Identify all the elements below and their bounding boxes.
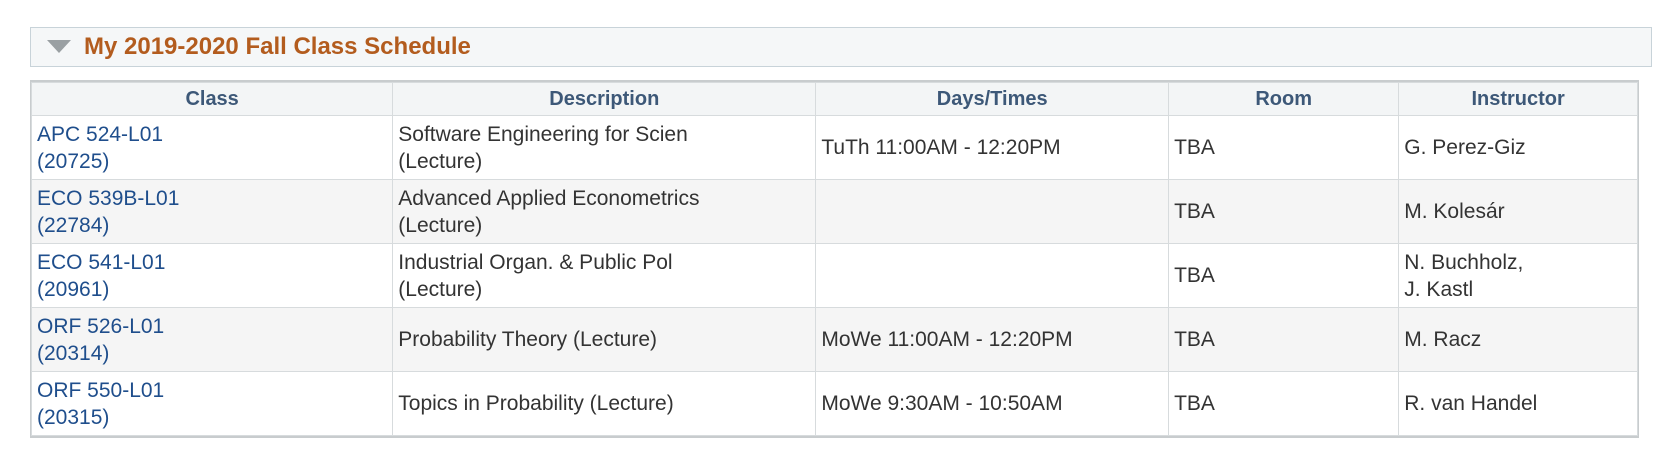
room-cell: TBA xyxy=(1168,243,1400,308)
class-number[interactable]: (20725) xyxy=(37,148,387,175)
class-link[interactable]: ECO 539B-L01 (22784) xyxy=(37,185,387,239)
description-cell: Probability Theory (Lecture) xyxy=(392,307,817,372)
instructor-cell: R. van Handel xyxy=(1398,371,1638,436)
class-link[interactable]: APC 524-L01 (20725) xyxy=(37,121,387,175)
description-text: Software Engineering for Scien xyxy=(398,122,688,146)
column-header-description: Description xyxy=(392,82,817,116)
instructor-name: R. van Handel xyxy=(1404,392,1538,415)
room-cell: TBA xyxy=(1168,307,1400,372)
instructor-name: N. Buchholz, xyxy=(1404,250,1524,274)
class-number[interactable]: (20315) xyxy=(37,404,387,431)
room-cell: TBA xyxy=(1168,179,1400,244)
table-row: ECO 539B-L01 (22784) Advanced Applied Ec… xyxy=(30,179,1638,244)
instructor-name: M. Racz xyxy=(1404,328,1482,351)
class-schedule-grid: Class Description Days/Times Room Instru… xyxy=(30,80,1639,438)
room-cell: TBA xyxy=(1168,115,1400,180)
description-text: Topics in Probability (Lecture) xyxy=(398,392,674,415)
class-cell: ECO 541-L01 (20961) xyxy=(30,243,394,308)
table-row: ORF 526-L01 (20314) Probability Theory (… xyxy=(30,307,1638,372)
instructor-name: M. Kolesár xyxy=(1404,200,1505,223)
description-type: (Lecture) xyxy=(398,277,483,301)
class-cell: ORF 550-L01 (20315) xyxy=(30,371,394,436)
description-text: Advanced Applied Econometrics xyxy=(398,186,700,210)
room-cell: TBA xyxy=(1168,371,1400,436)
days-times-cell: MoWe 9:30AM - 10:50AM xyxy=(815,371,1170,436)
class-cell: APC 524-L01 (20725) xyxy=(30,115,394,180)
instructor-cell: N. Buchholz, J. Kastl xyxy=(1398,243,1638,308)
column-header-instructor: Instructor xyxy=(1398,82,1638,116)
instructor-cell: M. Racz xyxy=(1398,307,1638,372)
days-times-cell: TuTh 11:00AM - 12:20PM xyxy=(815,115,1170,180)
class-code[interactable]: ORF 526-L01 xyxy=(37,313,387,340)
table-row: ORF 550-L01 (20315) Topics in Probabilit… xyxy=(30,371,1638,436)
class-link[interactable]: ECO 541-L01 (20961) xyxy=(37,249,387,303)
days-times-cell xyxy=(815,179,1170,244)
class-code[interactable]: ORF 550-L01 xyxy=(37,377,387,404)
class-cell: ORF 526-L01 (20314) xyxy=(30,307,394,372)
class-link[interactable]: ORF 526-L01 (20314) xyxy=(37,313,387,367)
class-code[interactable]: APC 524-L01 xyxy=(37,121,387,148)
description-type: (Lecture) xyxy=(398,149,483,173)
description-cell: Topics in Probability (Lecture) xyxy=(392,371,817,436)
class-link[interactable]: ORF 550-L01 (20315) xyxy=(37,377,387,431)
description-type: (Lecture) xyxy=(398,213,483,237)
class-number[interactable]: (20314) xyxy=(37,340,387,367)
class-number[interactable]: (20961) xyxy=(37,276,387,303)
table-row: APC 524-L01 (20725) Software Engineering… xyxy=(30,115,1638,180)
table-row: ECO 541-L01 (20961) Industrial Organ. & … xyxy=(30,243,1638,308)
description-text: Industrial Organ. & Public Pol xyxy=(398,250,673,274)
class-code[interactable]: ECO 541-L01 xyxy=(37,249,387,276)
class-schedule-table: Class Description Days/Times Room Instru… xyxy=(30,82,1638,436)
column-header-class: Class xyxy=(30,82,394,116)
table-header-row: Class Description Days/Times Room Instru… xyxy=(30,82,1638,116)
description-cell: Advanced Applied Econometrics (Lecture) xyxy=(392,179,817,244)
class-code[interactable]: ECO 539B-L01 xyxy=(37,185,387,212)
description-cell: Software Engineering for Scien (Lecture) xyxy=(392,115,817,180)
description-cell: Industrial Organ. & Public Pol (Lecture) xyxy=(392,243,817,308)
class-number[interactable]: (22784) xyxy=(37,212,387,239)
schedule-panel-header: My 2019-2020 Fall Class Schedule xyxy=(30,27,1652,67)
panel-title: My 2019-2020 Fall Class Schedule xyxy=(84,33,471,60)
class-cell: ECO 539B-L01 (22784) xyxy=(30,179,394,244)
triangle-down-icon[interactable] xyxy=(47,40,71,53)
column-header-room: Room xyxy=(1168,82,1400,116)
instructor-cell: M. Kolesár xyxy=(1398,179,1638,244)
column-header-days-times: Days/Times xyxy=(815,82,1170,116)
instructor-name: G. Perez-Giz xyxy=(1404,136,1526,159)
days-times-cell: MoWe 11:00AM - 12:20PM xyxy=(815,307,1170,372)
instructor-cell: G. Perez-Giz xyxy=(1398,115,1638,180)
days-times-cell xyxy=(815,243,1170,308)
instructor-name: J. Kastl xyxy=(1404,277,1474,301)
description-text: Probability Theory (Lecture) xyxy=(398,328,657,351)
